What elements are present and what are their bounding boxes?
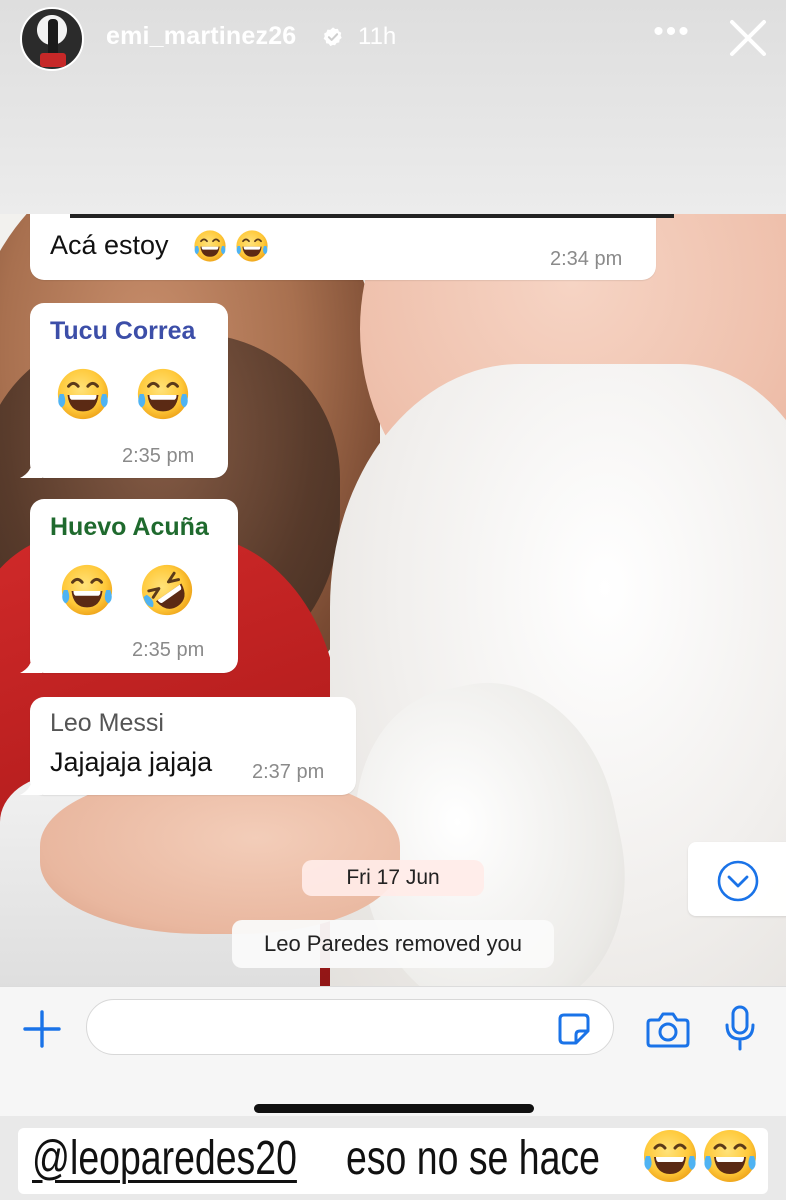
bubble-tail bbox=[20, 460, 42, 478]
message-time: 2:37 pm bbox=[252, 761, 325, 783]
sticker-icon[interactable] bbox=[556, 1011, 592, 1047]
story-caption: eso no se hace bbox=[346, 1128, 600, 1190]
message-text: Jajajaja jajaja bbox=[50, 747, 213, 777]
previous-message-edge bbox=[70, 214, 674, 218]
profile-avatar[interactable] bbox=[20, 7, 84, 71]
message-input-bar bbox=[0, 986, 786, 1116]
message-sender[interactable]: Leo Messi bbox=[50, 709, 164, 738]
laughing-emoji-icon bbox=[58, 561, 116, 619]
system-message: Leo Paredes removed you bbox=[232, 920, 554, 968]
message-text: Acá estoy bbox=[50, 230, 169, 260]
chat-message[interactable]: Acá estoy 2:34 pm bbox=[30, 214, 674, 280]
chat-message[interactable]: Leo Messi Jajajaja jajaja 2:37 pm bbox=[20, 697, 356, 795]
more-icon[interactable]: ••• bbox=[652, 17, 692, 52]
message-sender[interactable]: Tucu Correa bbox=[50, 317, 195, 346]
laughing-emoji-icon bbox=[700, 1126, 760, 1186]
message-time: 2:34 pm bbox=[550, 248, 623, 270]
scroll-down-button[interactable] bbox=[688, 842, 786, 916]
mention-link[interactable]: @leoparedes20 bbox=[32, 1128, 297, 1190]
laughing-emoji-icon bbox=[640, 1126, 700, 1186]
message-time: 2:35 pm bbox=[122, 445, 195, 467]
story-username[interactable]: emi_martinez26 bbox=[106, 22, 296, 51]
mic-icon[interactable] bbox=[724, 1005, 756, 1051]
plus-icon[interactable] bbox=[22, 1009, 62, 1049]
rolling-laughing-emoji-icon bbox=[138, 561, 196, 619]
laughing-emoji-icon bbox=[234, 228, 270, 264]
caption-text: eso no se hace bbox=[346, 1132, 600, 1185]
date-divider: Fri 17 Jun bbox=[302, 860, 484, 896]
message-time: 2:35 pm bbox=[132, 639, 205, 661]
avatar-jersey bbox=[40, 53, 66, 67]
message-input[interactable] bbox=[86, 999, 614, 1055]
story-header: emi_martinez26 11h ••• bbox=[0, 0, 786, 214]
chat-message[interactable]: Huevo Acuña 2:35 pm bbox=[20, 499, 238, 673]
chat-message[interactable]: Tucu Correa 2:35 pm bbox=[20, 303, 228, 478]
bubble-tail bbox=[20, 777, 42, 795]
close-icon[interactable] bbox=[726, 16, 770, 60]
laughing-emoji-icon bbox=[192, 228, 228, 264]
laughing-emoji-icon bbox=[134, 365, 192, 423]
chevron-down-icon bbox=[717, 860, 759, 902]
message-sender[interactable]: Huevo Acuña bbox=[50, 513, 209, 542]
story-time-ago: 11h bbox=[358, 23, 397, 50]
laughing-emoji-icon bbox=[54, 365, 112, 423]
wallpaper-hand bbox=[40, 774, 400, 934]
bubble-tail bbox=[20, 655, 42, 673]
verified-icon bbox=[323, 27, 342, 47]
camera-icon[interactable] bbox=[646, 1009, 690, 1049]
avatar-figure bbox=[48, 19, 58, 57]
home-indicator bbox=[254, 1104, 534, 1113]
